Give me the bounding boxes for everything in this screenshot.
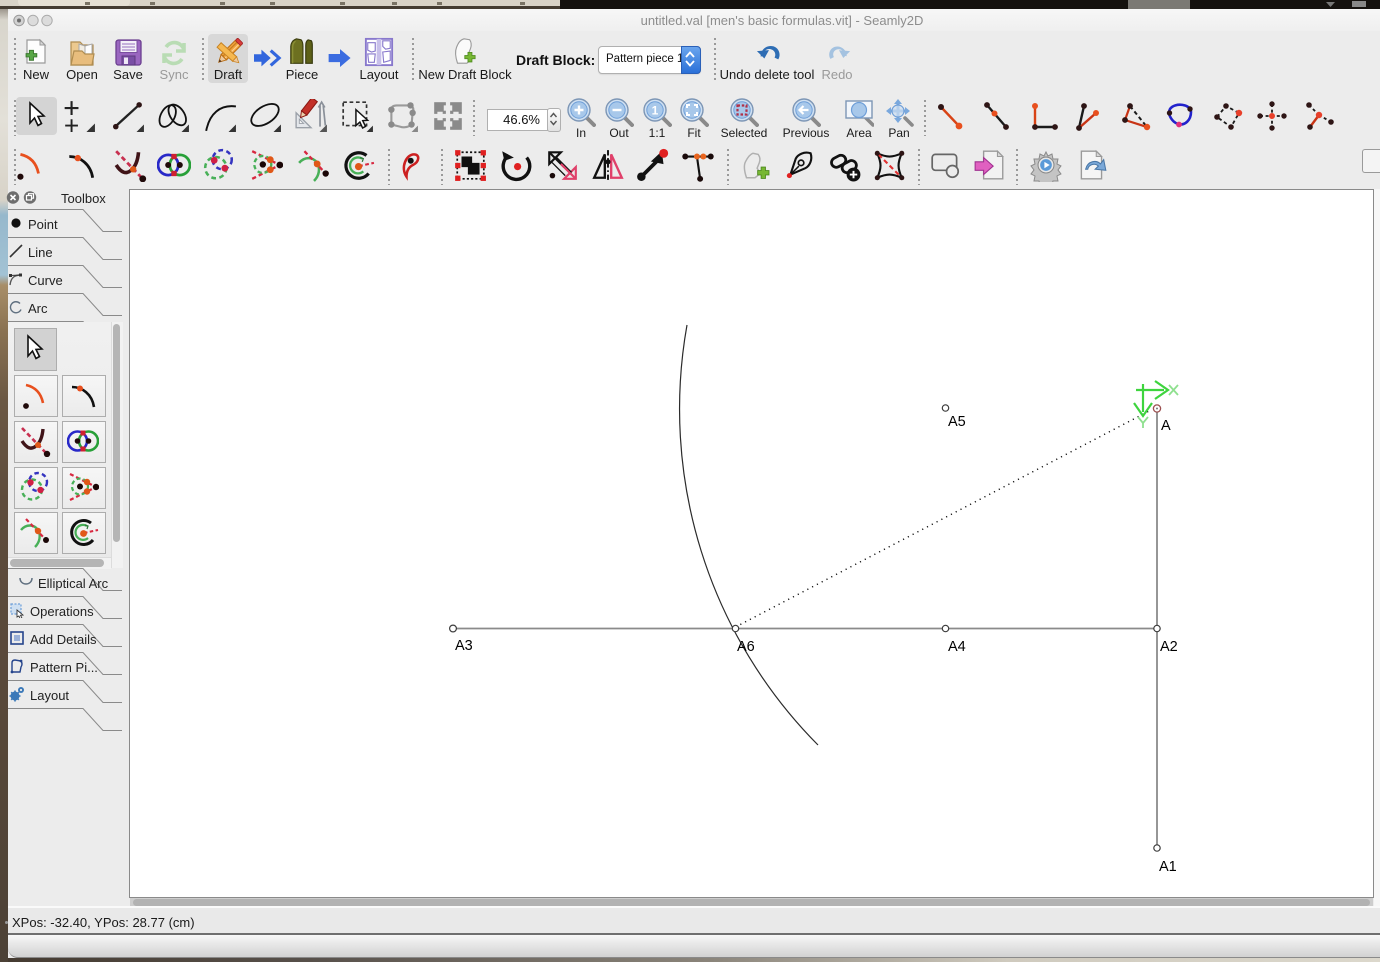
svg-text:A4: A4	[948, 639, 966, 655]
svg-text:A1: A1	[1159, 859, 1177, 875]
svg-text:A3: A3	[455, 638, 473, 654]
svg-text:A6: A6	[737, 639, 755, 655]
svg-text:A5: A5	[948, 414, 966, 430]
svg-text:A: A	[1161, 418, 1171, 434]
svg-text:A2: A2	[1160, 639, 1178, 655]
svg-text:1: 1	[652, 104, 659, 118]
